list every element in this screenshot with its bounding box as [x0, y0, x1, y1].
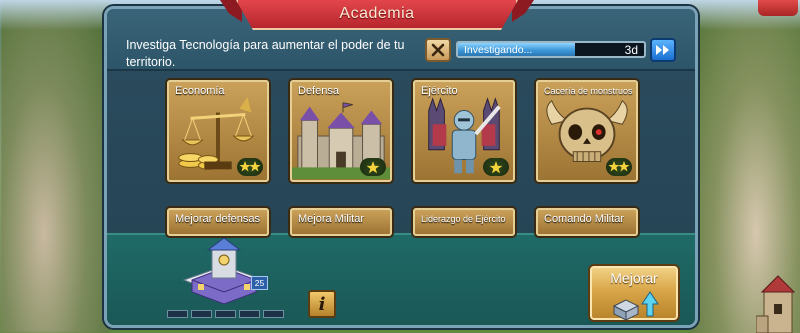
intro-description: Investiga Tecnología para aumentar el po… — [126, 38, 405, 69]
research-tile-comando-militar[interactable]: Comando Militar — [536, 208, 638, 236]
star-icon — [608, 161, 630, 172]
tower-icon[interactable] — [756, 270, 800, 333]
star-icon — [489, 161, 503, 174]
star-rating — [606, 158, 632, 176]
speed-up-button[interactable] — [650, 38, 676, 62]
research-tile-mejora-militar[interactable]: Mejora Militar — [290, 208, 392, 236]
star-rating — [483, 158, 509, 176]
hud-close-tab[interactable] — [758, 0, 798, 16]
builder-slots — [167, 310, 284, 318]
academy-building-icon — [182, 237, 266, 305]
close-icon — [431, 43, 445, 57]
research-tile-mejorar-defensas[interactable]: Mejorar defensas — [167, 208, 269, 236]
background-left — [0, 0, 110, 333]
research-time-left: 3d — [624, 43, 638, 57]
tile-label: Comando Militar — [544, 213, 625, 225]
page-title: Academia — [236, 0, 518, 30]
star-icon — [239, 161, 261, 172]
star-rating — [360, 158, 386, 176]
tile-label: Mejora Militar — [298, 213, 365, 225]
builder-slot — [263, 310, 284, 318]
info-button[interactable]: i — [308, 290, 336, 318]
research-progress-bar: Investigando... 3d — [456, 41, 646, 58]
info-icon: i — [318, 293, 326, 315]
research-tile-economia[interactable]: Economía — [167, 80, 269, 182]
builder-slot — [191, 310, 212, 318]
upgrade-arrow-icon — [612, 291, 659, 320]
tile-label: Mejorar defensas — [175, 213, 260, 225]
builder-slot — [167, 310, 188, 318]
research-tile-caceria[interactable]: Cacería de monstruos — [536, 80, 638, 182]
research-tile-defensa[interactable]: Defensa — [290, 80, 392, 182]
upgrade-button[interactable]: Mejorar — [588, 264, 680, 322]
research-status-label: Investigando... — [464, 44, 533, 56]
research-tile-ejercito[interactable]: Ejército — [413, 80, 515, 182]
star-icon — [366, 161, 380, 174]
star-rating — [237, 158, 263, 176]
fast-forward-icon — [656, 45, 669, 55]
builder-slot — [239, 310, 260, 318]
tile-label: Liderazgo de Ejército — [421, 214, 506, 224]
building-level-badge: 25 — [251, 276, 268, 290]
upgrade-label: Mejorar — [610, 270, 658, 286]
builder-slot — [215, 310, 236, 318]
research-tile-liderazgo[interactable]: Liderazgo de Ejército — [413, 208, 515, 236]
cancel-research-button[interactable] — [425, 38, 451, 62]
